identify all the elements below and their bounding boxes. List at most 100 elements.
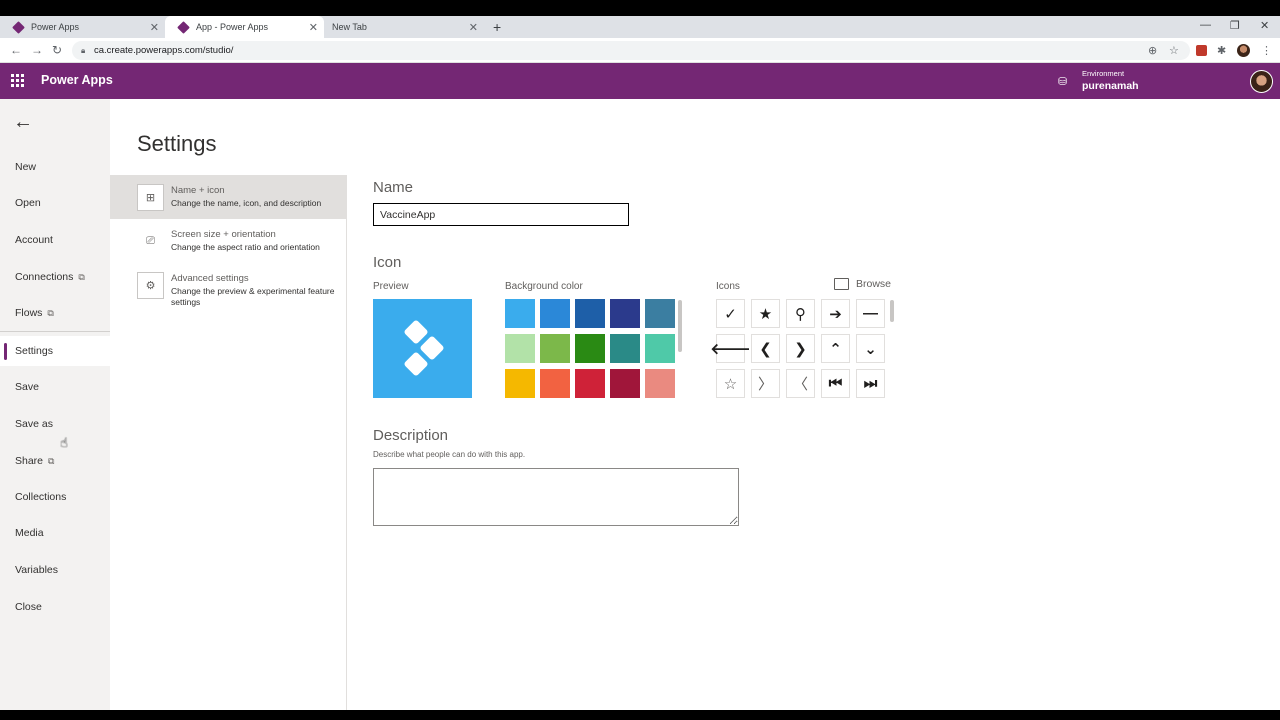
chevron-left-bold-icon[interactable]: ❮ [751, 334, 780, 363]
back-nav-icon[interactable]: ← [10, 43, 22, 57]
url-bar[interactable]: 🔒︎ ca.create.powerapps.com/studio/ [72, 41, 1190, 60]
settings-category-desc: Change the name, icon, and description [171, 198, 322, 208]
new-tab-plus-icon[interactable]: + [493, 19, 501, 35]
color-swatch[interactable] [645, 334, 675, 363]
arrow-left-icon[interactable]: 🡐 [710, 334, 751, 363]
sidebar-item-label: Settings [15, 345, 53, 357]
color-swatch[interactable] [610, 299, 640, 328]
app-icon-preview [373, 299, 472, 398]
browser-tab-new[interactable]: New Tab ✕ [324, 16, 484, 38]
description-textarea[interactable] [373, 468, 739, 526]
color-swatch[interactable] [575, 299, 605, 328]
sidebar-item-label: Account [15, 234, 53, 246]
url-text: ca.create.powerapps.com/studio/ [94, 45, 234, 56]
tab-label: New Tab [332, 22, 367, 32]
chevron-right-thin-icon[interactable]: 〉 [751, 369, 780, 398]
environment-label: Environment [1082, 69, 1125, 78]
sidebar-item-variables[interactable]: Variables [0, 555, 110, 585]
preview-label: Preview [373, 281, 409, 292]
zoom-icon[interactable]: ⊕ [1148, 44, 1157, 57]
color-swatch[interactable] [575, 334, 605, 363]
bookmark-star-icon[interactable]: ☆ [1169, 44, 1179, 57]
settings-category-title: Name + icon [171, 185, 225, 196]
environment-name[interactable]: purenamah [1082, 80, 1139, 92]
minimize-icon[interactable]: — [1200, 19, 1211, 31]
file-menu-sidebar: ← New Open Account Connections ⧉ Flows ⧉ S… [0, 99, 110, 710]
tab-close-icon[interactable]: ✕ [469, 21, 478, 34]
forward-nav-icon[interactable]: → [31, 43, 43, 57]
sidebar-item-save-as[interactable]: Save as [0, 409, 110, 439]
color-swatch[interactable] [505, 369, 535, 398]
color-swatch[interactable] [540, 369, 570, 398]
tab-close-icon[interactable]: ✕ [309, 21, 318, 34]
icons-scrollbar[interactable] [890, 300, 894, 322]
app-header: Power Apps ⛁ Environment purenamah [0, 63, 1280, 99]
sidebar-item-media[interactable]: Media [0, 518, 110, 548]
preview-diamond-shape [403, 351, 429, 377]
search-icon[interactable]: ⚲ [786, 299, 815, 328]
chevron-left-thin-icon[interactable]: 〈 [786, 369, 815, 398]
color-swatch[interactable] [540, 299, 570, 328]
sidebar-item-flows[interactable]: Flows ⧉ [0, 298, 110, 328]
check-icon[interactable]: ✓ [716, 299, 745, 328]
sidebar-item-label: Media [15, 527, 44, 539]
external-link-icon: ⧉ [78, 272, 85, 282]
settings-category-desc: Change the preview & experimental featur… [171, 286, 335, 307]
first-page-icon[interactable]: ⏮ [821, 369, 850, 398]
environment-icon: ⛁ [1058, 76, 1068, 88]
app-name-input[interactable] [373, 203, 629, 226]
minus-icon[interactable]: — [856, 299, 885, 328]
sidebar-item-close[interactable]: Close [0, 592, 110, 622]
chevron-up-icon[interactable]: ⌃ [821, 334, 850, 363]
extensions-icon[interactable]: ✱ [1217, 44, 1226, 57]
arrow-right-icon[interactable]: ➔ [821, 299, 850, 328]
settings-category-name-icon[interactable]: ⊞ Name + icon Change the name, icon, and… [110, 175, 347, 219]
back-arrow-icon[interactable]: ← [13, 111, 33, 134]
chevron-right-bold-icon[interactable]: ❯ [786, 334, 815, 363]
sidebar-item-collections[interactable]: Collections [0, 482, 110, 512]
browse-button[interactable]: Browse [834, 278, 891, 290]
chevron-down-icon[interactable]: ⌄ [856, 334, 885, 363]
color-swatch[interactable] [610, 369, 640, 398]
pdf-extension-icon[interactable] [1196, 45, 1207, 56]
icon-section-label: Icon [373, 254, 402, 271]
restore-icon[interactable]: ❐ [1230, 19, 1240, 32]
tab-close-icon[interactable]: ✕ [150, 21, 159, 34]
palette-scrollbar[interactable] [678, 300, 682, 352]
power-apps-favicon-icon [12, 20, 25, 34]
color-swatch[interactable] [505, 299, 535, 328]
sidebar-item-save[interactable]: Save [0, 372, 110, 402]
sidebar-item-account[interactable]: Account [0, 225, 110, 255]
browser-tab-app[interactable]: App - Power Apps ✕ [165, 16, 324, 38]
browser-profile-icon[interactable] [1237, 44, 1250, 57]
external-link-icon: ⧉ [47, 308, 54, 318]
color-swatch[interactable] [540, 334, 570, 363]
last-page-icon[interactable]: ⏭ [856, 369, 885, 398]
color-swatch[interactable] [575, 369, 605, 398]
color-swatch[interactable] [645, 299, 675, 328]
settings-category-title: Screen size + orientation [171, 229, 276, 240]
settings-category-advanced[interactable]: ⚙ Advanced settings Change the preview &… [110, 263, 347, 307]
color-swatch[interactable] [645, 369, 675, 398]
sidebar-item-label: Connections [15, 271, 74, 283]
settings-category-screen-size[interactable]: ⎚ Screen size + orientation Change the a… [110, 219, 347, 263]
waffle-icon[interactable] [11, 74, 24, 87]
browser-menu-icon[interactable]: ⋮ [1261, 44, 1272, 57]
sidebar-item-settings[interactable]: Settings [0, 336, 110, 366]
browser-tab-power-apps[interactable]: Power Apps ✕ [0, 16, 165, 38]
sidebar-item-new[interactable]: New [0, 152, 110, 182]
background-color-label: Background color [505, 281, 583, 292]
window-close-icon[interactable]: ✕ [1260, 19, 1269, 32]
user-avatar[interactable] [1250, 70, 1273, 93]
sidebar-item-label: Open [15, 197, 41, 209]
app-title[interactable]: Power Apps [41, 73, 113, 87]
sidebar-item-connections[interactable]: Connections ⧉ [0, 262, 110, 292]
star-filled-icon[interactable]: ★ [751, 299, 780, 328]
color-swatch[interactable] [505, 334, 535, 363]
sidebar-item-share[interactable]: Share ⧉ [0, 446, 110, 476]
sidebar-item-open[interactable]: Open [0, 188, 110, 218]
star-outline-icon[interactable]: ☆ [716, 369, 745, 398]
reload-icon[interactable]: ↻ [52, 43, 62, 57]
color-swatch[interactable] [610, 334, 640, 363]
bottom-black-bar [0, 710, 1280, 720]
